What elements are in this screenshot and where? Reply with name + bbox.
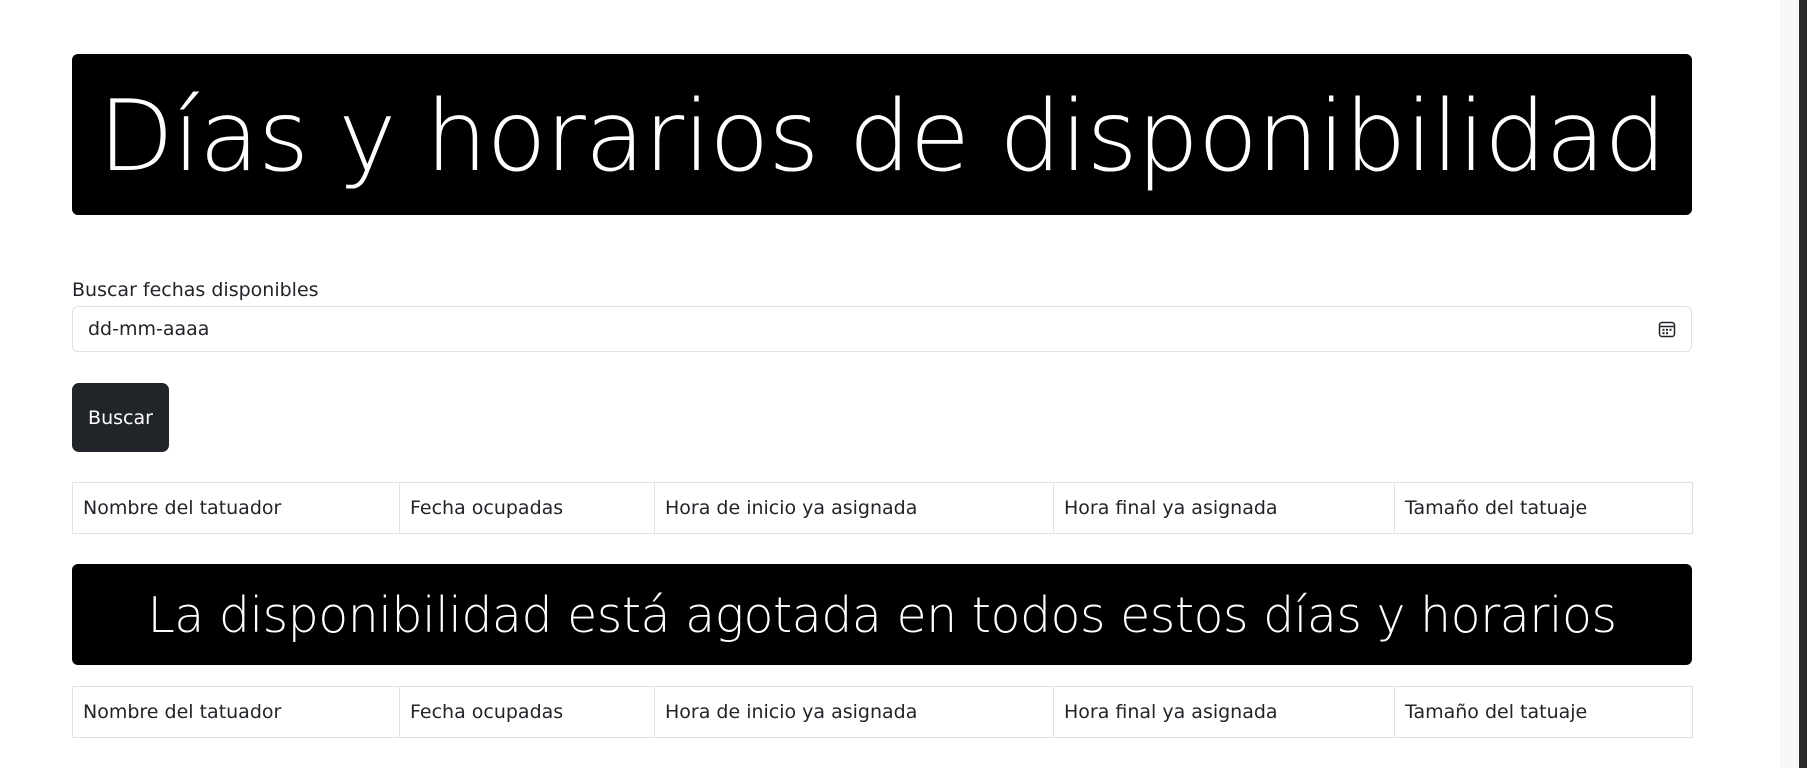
page-right-margin (1780, 0, 1799, 768)
column-header-tattooist: Nombre del tatuador (72, 482, 400, 534)
column-header-end-time: Hora final ya asignada (1053, 482, 1395, 534)
column-header-date: Fecha ocupadas (399, 482, 655, 534)
page-title: Días y horarios de disponibilidad (72, 54, 1692, 215)
window-edge (1799, 0, 1807, 768)
column-header-date: Fecha ocupadas (399, 686, 655, 738)
table-header-row: Nombre del tatuador Fecha ocupadas Hora … (72, 686, 1693, 738)
search-button[interactable]: Buscar (72, 383, 169, 452)
column-header-tattoo-size: Tamaño del tatuaje (1394, 482, 1693, 534)
date-input-placeholder[interactable]: dd-mm-aaaa (88, 318, 1657, 340)
sold-out-banner: La disponibilidad está agotada en todos … (72, 564, 1692, 665)
unavailable-table: Nombre del tatuador Fecha ocupadas Hora … (72, 686, 1693, 738)
calendar-icon[interactable] (1657, 319, 1677, 339)
date-input[interactable]: dd-mm-aaaa (72, 306, 1692, 352)
column-header-end-time: Hora final ya asignada (1053, 686, 1395, 738)
column-header-start-time: Hora de inicio ya asignada (654, 686, 1054, 738)
page: Días y horarios de disponibilidad Buscar… (0, 0, 1807, 768)
availability-table: Nombre del tatuador Fecha ocupadas Hora … (72, 482, 1693, 534)
column-header-tattooist: Nombre del tatuador (72, 686, 400, 738)
date-search-label: Buscar fechas disponibles (72, 279, 319, 301)
column-header-start-time: Hora de inicio ya asignada (654, 482, 1054, 534)
table-header-row: Nombre del tatuador Fecha ocupadas Hora … (72, 482, 1693, 534)
column-header-tattoo-size: Tamaño del tatuaje (1394, 686, 1693, 738)
